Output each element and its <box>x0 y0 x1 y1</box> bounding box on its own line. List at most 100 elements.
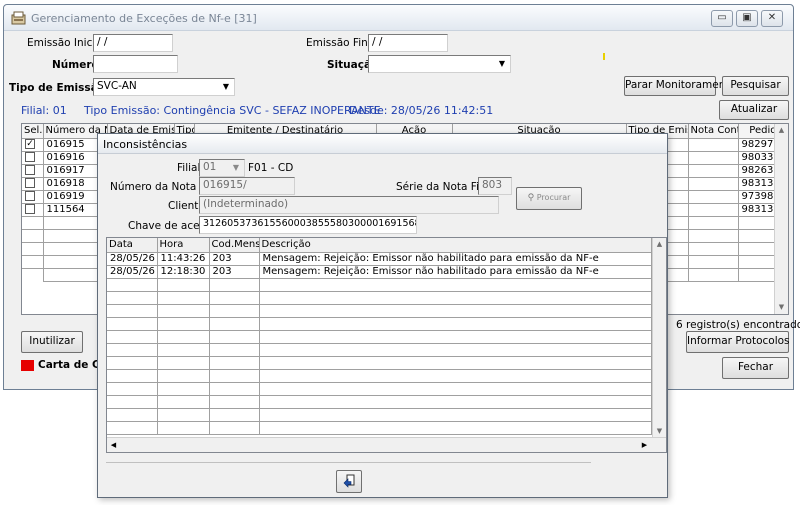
cell-empty <box>107 343 158 357</box>
table-row[interactable] <box>107 317 652 331</box>
fechar-button[interactable]: Fechar <box>722 357 789 379</box>
situacao-select[interactable]: ▼ <box>368 55 511 73</box>
cell-empty <box>688 268 739 282</box>
chevron-down-icon: ▼ <box>232 163 240 172</box>
inutilizar-button[interactable]: Inutilizar <box>21 331 83 353</box>
atualizar-button[interactable]: Atualizar <box>719 100 789 120</box>
filial-info: Filial: 01 <box>21 104 67 117</box>
row-checkbox[interactable] <box>22 190 44 204</box>
cell-empty <box>259 408 652 422</box>
checkbox[interactable]: ✓ <box>25 139 35 149</box>
table-row[interactable] <box>107 421 652 435</box>
table-row[interactable] <box>107 356 652 370</box>
filial-value: 01 <box>203 161 217 173</box>
cell-empty <box>107 421 158 435</box>
table-row[interactable] <box>107 408 652 422</box>
checkbox[interactable] <box>25 165 35 175</box>
table-row[interactable] <box>107 382 652 396</box>
scroll-up-icon[interactable]: ▲ <box>653 238 666 251</box>
informar-protocolos-button[interactable]: Informar Protocolos <box>686 331 790 353</box>
cell-empty <box>157 304 210 318</box>
col-sel[interactable]: Sel. <box>22 124 44 139</box>
cell-empty <box>209 421 260 435</box>
records-found: 6 registro(s) encontrado(s) <box>676 319 800 331</box>
dialog-grid-hscrollbar[interactable]: ◀ ▶ <box>107 437 666 452</box>
row-checkbox[interactable] <box>22 177 44 191</box>
cell-empty[interactable] <box>22 229 44 243</box>
table-row[interactable] <box>107 330 652 344</box>
inconsistencias-dialog: Inconsistências Filial: 01 ▼ F01 - CD Nú… <box>97 133 668 498</box>
scroll-right-icon[interactable]: ▶ <box>638 439 651 452</box>
minimize-button[interactable]: ▭ <box>711 10 733 27</box>
cell-empty <box>259 291 652 305</box>
table-row[interactable]: 28/05/26 11:43:26 203 Mensagem: Rejeição: E… <box>107 252 652 266</box>
table-row[interactable] <box>107 369 652 383</box>
scroll-down-icon[interactable]: ▼ <box>775 301 788 314</box>
col-data[interactable]: Data <box>107 238 158 253</box>
table-row[interactable] <box>107 343 652 357</box>
chave-field[interactable]: 3126053736155600038555803000016915683344… <box>199 216 417 234</box>
col-cod-mens[interactable]: Cod.Mens <box>209 238 260 253</box>
cell-empty <box>209 382 260 396</box>
cell-empty <box>688 138 739 152</box>
cell-data: 28/05/26 <box>107 265 158 279</box>
maximize-button[interactable]: ▣ <box>736 10 758 27</box>
return-button[interactable] <box>336 470 362 493</box>
col-descricao[interactable]: Descrição <box>259 238 652 253</box>
cell-empty <box>157 382 210 396</box>
col-nota-cont[interactable]: Nota Cont. <box>688 124 739 139</box>
cell-empty <box>157 408 210 422</box>
cell-empty <box>688 190 739 204</box>
grid-scrollbar[interactable]: ▲ ▼ <box>774 124 788 314</box>
dialog-title: Inconsistências <box>103 138 188 151</box>
table-row[interactable]: 28/05/26 12:18:30 203 Mensagem: Rejeição: E… <box>107 265 652 279</box>
emissao-inicial-input[interactable]: / / <box>93 34 173 52</box>
cell-empty <box>157 395 210 409</box>
scroll-up-icon[interactable]: ▲ <box>775 124 788 137</box>
filial-select: 01 ▼ <box>199 159 245 177</box>
cell-empty <box>688 242 739 256</box>
cell-data: 28/05/26 <box>107 252 158 266</box>
cell-empty <box>259 278 652 292</box>
cell-empty[interactable] <box>22 242 44 256</box>
checkbox[interactable] <box>25 152 35 162</box>
row-checkbox[interactable] <box>22 151 44 165</box>
numero-input[interactable] <box>93 55 178 73</box>
cell-cod-mens: 203 <box>209 252 260 266</box>
cell-empty[interactable] <box>22 255 44 269</box>
cell-empty <box>209 356 260 370</box>
cell-empty <box>157 343 210 357</box>
chevron-down-icon[interactable]: ▼ <box>219 80 233 94</box>
table-row[interactable] <box>107 278 652 292</box>
cell-empty <box>157 369 210 383</box>
table-row[interactable] <box>107 291 652 305</box>
checkbox[interactable] <box>25 191 35 201</box>
inconsistencias-grid[interactable]: Data Hora Cod.Mens Descrição 28/05/26 11:… <box>106 237 667 453</box>
cell-empty <box>259 421 652 435</box>
chevron-down-icon[interactable]: ▼ <box>495 57 509 71</box>
cell-empty[interactable] <box>22 216 44 230</box>
cell-empty[interactable] <box>22 268 44 281</box>
cell-empty <box>259 343 652 357</box>
table-row[interactable] <box>107 395 652 409</box>
pesquisar-button[interactable]: Pesquisar <box>722 76 789 96</box>
cell-empty <box>259 356 652 370</box>
cell-empty <box>688 216 739 230</box>
cell-empty <box>107 291 158 305</box>
cell-empty <box>157 291 210 305</box>
dialog-grid-vscrollbar[interactable]: ▲ ▼ <box>652 238 666 438</box>
row-checkbox[interactable]: ✓ <box>22 138 44 152</box>
checkbox[interactable] <box>25 204 35 214</box>
close-button[interactable]: ✕ <box>761 10 783 27</box>
tipo-emissao-select[interactable]: SVC-AN ▼ <box>93 78 235 96</box>
col-hora[interactable]: Hora <box>157 238 210 253</box>
cell-empty <box>209 395 260 409</box>
row-checkbox[interactable] <box>22 203 44 217</box>
row-checkbox[interactable] <box>22 164 44 178</box>
emissao-final-input[interactable]: / / <box>368 34 448 52</box>
dialog-titlebar: Inconsistências <box>98 134 667 154</box>
scroll-left-icon[interactable]: ◀ <box>107 439 120 452</box>
table-row[interactable] <box>107 304 652 318</box>
checkbox[interactable] <box>25 178 35 188</box>
parar-monitoramento-button[interactable]: Parar Monitoramento <box>624 76 736 96</box>
